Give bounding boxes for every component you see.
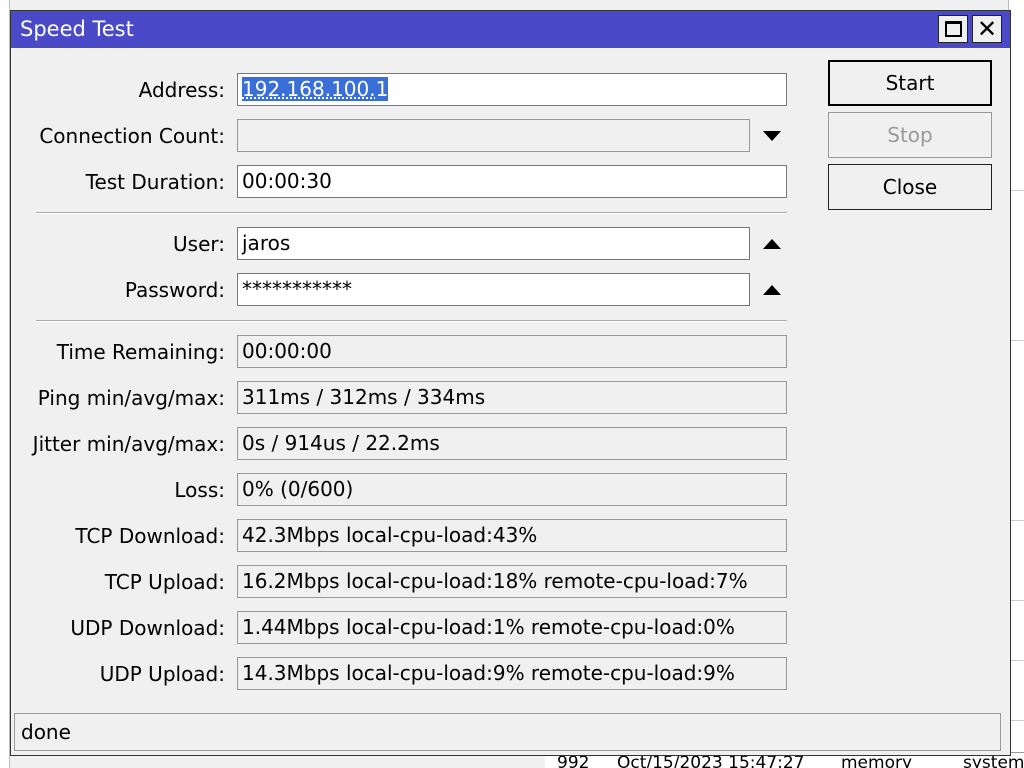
test-duration-label: Test Duration: [85, 170, 225, 194]
connection-count-input[interactable] [237, 119, 750, 152]
udp-upload-label: UDP Upload: [99, 662, 225, 686]
loss-value: 0% (0/600) [237, 473, 787, 506]
close-button[interactable]: Close [828, 164, 992, 210]
jitter-value: 0s / 914us / 22.2ms [237, 427, 787, 460]
separator [36, 212, 787, 214]
tcp-upload-label: TCP Upload: [104, 570, 225, 594]
password-collapse-toggle[interactable] [762, 283, 782, 297]
user-collapse-toggle[interactable] [762, 237, 782, 251]
time-remaining-label: Time Remaining: [56, 340, 225, 364]
connection-count-dropdown[interactable] [762, 129, 782, 143]
password-label: Password: [124, 278, 225, 302]
window-title: Speed Test [20, 17, 134, 41]
ping-value: 311ms / 312ms / 334ms [237, 381, 787, 414]
maximize-icon [944, 21, 962, 37]
udp-download-label: UDP Download: [70, 616, 225, 640]
window-titlebar[interactable]: Speed Test ✕ [11, 11, 1010, 48]
separator [36, 320, 787, 322]
udp-download-value: 1.44Mbps local-cpu-load:1% remote-cpu-lo… [237, 611, 787, 644]
chevron-up-icon [763, 239, 781, 249]
test-duration-input[interactable]: 00:00:30 [237, 165, 787, 198]
close-icon: ✕ [976, 15, 998, 43]
address-input[interactable]: 192.168.100.1 [237, 73, 787, 106]
user-input[interactable]: jaros [237, 227, 750, 260]
ping-label: Ping min/avg/max: [37, 386, 225, 410]
tcp-download-value: 42.3Mbps local-cpu-load:43% [237, 519, 787, 552]
speed-test-window: Speed Test ✕ Address: 192.168.100.1 Conn… [10, 10, 1011, 756]
window-close-button[interactable]: ✕ [972, 15, 1002, 43]
chevron-up-icon [763, 285, 781, 295]
password-input[interactable]: *********** [237, 273, 750, 306]
maximize-button[interactable] [938, 15, 968, 43]
udp-upload-value: 14.3Mbps local-cpu-load:9% remote-cpu-lo… [237, 657, 787, 690]
jitter-label: Jitter min/avg/max: [32, 432, 225, 456]
status-bar: done [14, 713, 1001, 751]
connection-count-label: Connection Count: [39, 124, 225, 148]
time-remaining-value: 00:00:00 [237, 335, 787, 368]
background-left-pane [0, 0, 10, 768]
address-selected-text-tail: 1 [375, 77, 389, 101]
address-selected-text: 192.168.100. [242, 77, 376, 101]
loss-label: Loss: [174, 478, 225, 502]
tcp-download-label: TCP Download: [75, 524, 225, 548]
start-button[interactable]: Start [828, 60, 992, 106]
user-label: User: [173, 232, 225, 256]
chevron-down-icon [763, 131, 781, 141]
stop-button[interactable]: Stop [828, 112, 992, 158]
tcp-upload-value: 16.2Mbps local-cpu-load:18% remote-cpu-l… [237, 565, 787, 598]
address-label: Address: [138, 78, 225, 102]
